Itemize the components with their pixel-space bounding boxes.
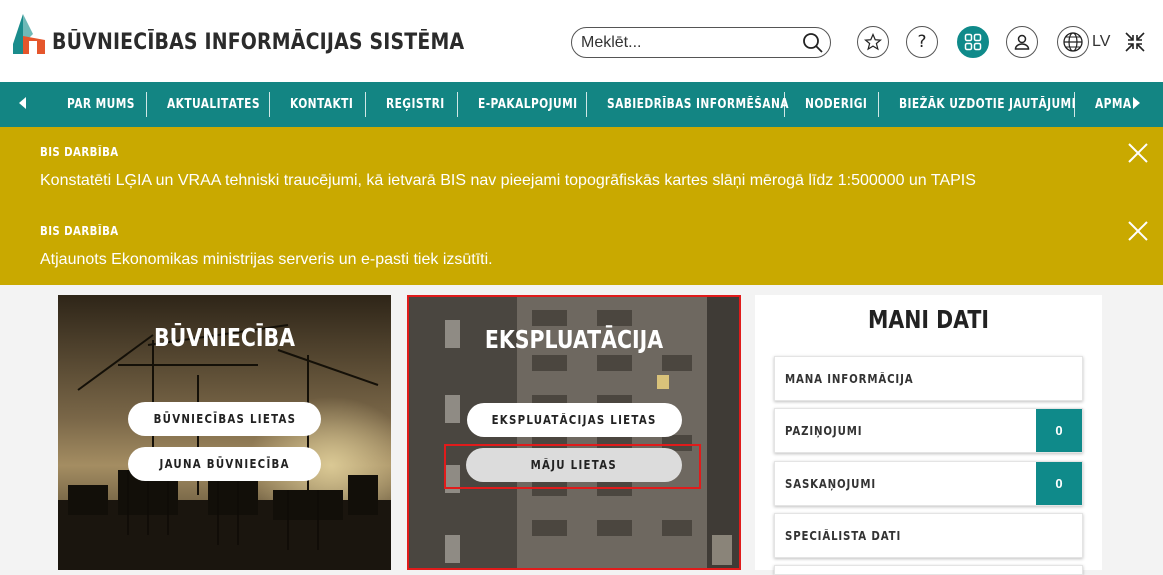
pazinojumi-count-badge: 0 bbox=[1036, 409, 1082, 452]
nav-item-sabiedribas-informesana[interactable]: SABIEDRĪBAS INFORMĒŠANA bbox=[607, 82, 789, 127]
search-box bbox=[571, 27, 831, 58]
site-header: BŪVNIECĪBAS INFORMĀCIJAS SISTĒMA ? bbox=[0, 0, 1163, 82]
row-label: SASKAŅOJUMI bbox=[785, 477, 876, 491]
saskanojumi-link[interactable]: SASKAŅOJUMI 0 bbox=[774, 461, 1083, 506]
nav-divider bbox=[586, 92, 587, 117]
nav-divider bbox=[784, 92, 785, 117]
nav-divider bbox=[269, 92, 270, 117]
buvniecibas-lietas-button[interactable]: BŪVNIECĪBAS LIETAS bbox=[128, 402, 321, 436]
language-label[interactable]: LV bbox=[1092, 33, 1110, 51]
site-title[interactable]: BŪVNIECĪBAS INFORMĀCIJAS SISTĒMA bbox=[52, 30, 464, 55]
apps-grid-icon bbox=[964, 33, 982, 51]
mani-dati-next-row[interactable] bbox=[774, 565, 1083, 575]
nav-divider bbox=[457, 92, 458, 117]
card-title-buvnieciba: BŪVNIECĪBA bbox=[153, 323, 296, 352]
mani-dati-title: MANI DATI bbox=[867, 305, 990, 334]
help-icon: ? bbox=[917, 32, 927, 52]
pazinojumi-link[interactable]: PAZIŅOJUMI 0 bbox=[774, 408, 1083, 453]
search-input[interactable] bbox=[581, 33, 796, 53]
notice-text: Konstatēti LĢIA un VRAA tehniski traucēj… bbox=[40, 172, 976, 189]
nav-item-kontakti[interactable]: KONTAKTI bbox=[290, 82, 353, 127]
help-button[interactable]: ? bbox=[906, 26, 938, 58]
star-icon bbox=[864, 33, 882, 51]
ekspluatacijas-lietas-button[interactable]: EKSPLUATĀCIJAS LIETAS bbox=[467, 403, 682, 437]
bis-logo[interactable] bbox=[11, 14, 45, 56]
favorites-button[interactable] bbox=[857, 26, 889, 58]
nav-divider bbox=[878, 92, 879, 117]
close-icon[interactable] bbox=[1126, 219, 1150, 243]
notice-heading: BIS DARBĪBA bbox=[40, 224, 119, 238]
nav-scroll-left-icon[interactable] bbox=[19, 97, 26, 109]
main-nav: PAR MUMS AKTUALITĀTES KONTAKTI REĢISTRI … bbox=[0, 82, 1163, 127]
nav-scroll-right-icon[interactable] bbox=[1133, 97, 1140, 109]
mana-informacija-link[interactable]: MANA INFORMĀCIJA bbox=[774, 356, 1083, 401]
user-icon bbox=[1014, 34, 1030, 50]
card-title-ekspluatacija: EKSPLUATĀCIJA bbox=[484, 325, 664, 354]
nav-divider bbox=[146, 92, 147, 117]
language-button[interactable] bbox=[1057, 26, 1089, 58]
specialista-dati-link[interactable]: SPECIĀLISTA DATI bbox=[774, 513, 1083, 558]
notice-text: Atjaunots Ekonomikas ministrijas serveri… bbox=[40, 251, 493, 268]
nav-item-e-pakalpojumi[interactable]: E-PAKALPOJUMI bbox=[478, 82, 578, 127]
card-buvnieciba: BŪVNIECĪBA BŪVNIECĪBAS LIETAS JAUNA BŪVN… bbox=[58, 295, 391, 570]
nav-item-registri[interactable]: REĢISTRI bbox=[386, 82, 445, 127]
card-ekspluatacija: EKSPLUATĀCIJA EKSPLUATĀCIJAS LIETAS MĀJU… bbox=[407, 295, 741, 570]
mani-dati-panel: MANI DATI MANA INFORMĀCIJA PAZIŅOJUMI 0 … bbox=[755, 295, 1102, 575]
nav-divider bbox=[365, 92, 366, 117]
user-button[interactable] bbox=[1006, 26, 1038, 58]
collapse-icon[interactable] bbox=[1124, 31, 1146, 53]
globe-icon bbox=[1063, 32, 1083, 52]
nav-item-biezak-uzdotie-jautajumi[interactable]: BIEŽĀK UZDOTIE JAUTĀJUMI bbox=[899, 82, 1076, 127]
apps-button[interactable] bbox=[957, 26, 989, 58]
row-label: SPECIĀLISTA DATI bbox=[785, 529, 902, 543]
row-label: MANA INFORMĀCIJA bbox=[785, 372, 914, 386]
close-icon[interactable] bbox=[1126, 141, 1150, 165]
nav-item-par-mums[interactable]: PAR MUMS bbox=[67, 82, 135, 127]
row-label: PAZIŅOJUMI bbox=[785, 424, 863, 438]
saskanojumi-count-badge: 0 bbox=[1036, 462, 1082, 505]
notice-banner: BIS DARBĪBA Konstatēti LĢIA un VRAA tehn… bbox=[0, 127, 1163, 285]
jauna-buvnieciba-button[interactable]: JAUNA BŪVNIECĪBA bbox=[128, 447, 321, 481]
notice-heading: BIS DARBĪBA bbox=[40, 145, 119, 159]
nav-item-noderigi[interactable]: NODERĪGI bbox=[805, 82, 867, 127]
nav-item-aktualitates[interactable]: AKTUALITĀTES bbox=[167, 82, 260, 127]
search-icon[interactable] bbox=[802, 32, 824, 54]
nav-item-apmacibas[interactable]: APMĀ bbox=[1095, 82, 1133, 127]
highlight-box bbox=[444, 444, 701, 489]
nav-divider bbox=[1074, 92, 1075, 117]
